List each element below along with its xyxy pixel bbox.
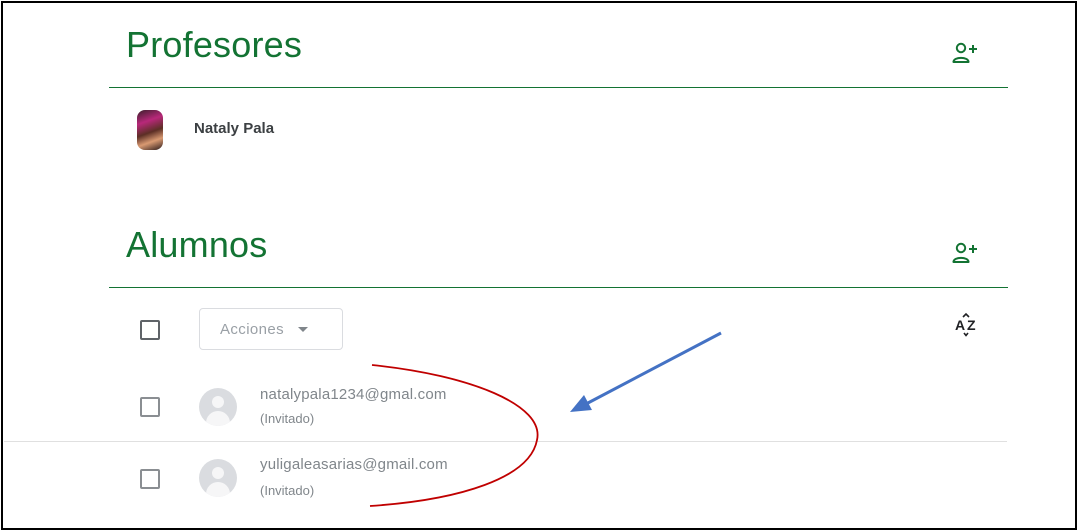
actions-label: Acciones [220,320,285,338]
teachers-divider [109,87,1008,88]
student-checkbox[interactable] [140,469,160,489]
student-email[interactable]: natalypala1234@gmal.com [260,386,447,403]
row-divider [4,441,1007,442]
person-add-icon[interactable] [952,242,978,264]
sort-az-icon[interactable]: A Z [954,312,980,338]
default-avatar-icon [199,459,237,497]
svg-text:Z: Z [967,317,976,333]
teacher-name: Nataly Pala [194,120,275,137]
default-avatar-icon [199,388,237,426]
student-email[interactable]: yuligaleasarias@gmail.com [260,456,448,473]
student-status: (Invitado) [260,483,315,498]
teachers-title: Profesores [126,24,303,65]
select-all-checkbox[interactable] [140,320,160,340]
students-divider [109,287,1008,288]
caret-down-icon [298,326,309,332]
screenshot-frame [1,1,1077,530]
svg-text:A: A [955,317,965,333]
student-status: (Invitado) [260,411,315,426]
actions-dropdown[interactable]: Acciones [199,308,343,350]
person-add-icon[interactable] [952,42,978,64]
teacher-avatar [137,110,163,150]
students-title: Alumnos [126,224,268,265]
student-checkbox[interactable] [140,397,160,417]
